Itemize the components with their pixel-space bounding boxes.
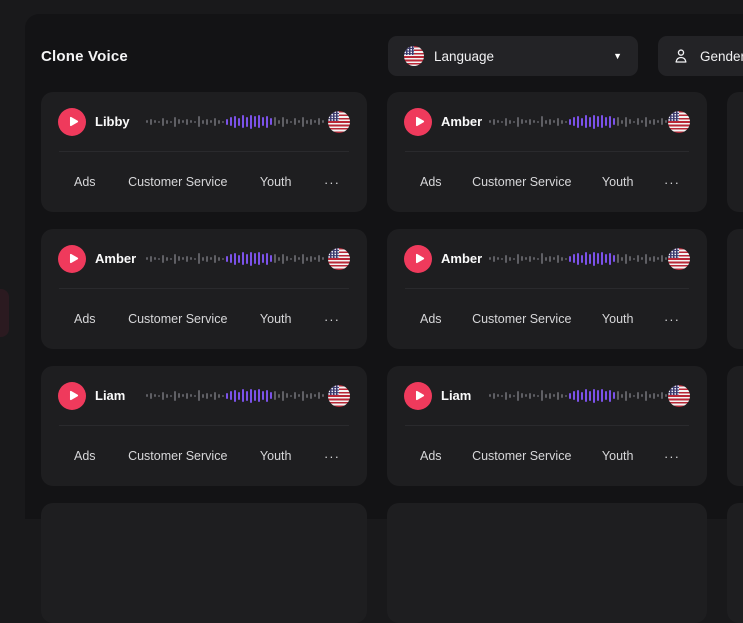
- tag-row: Ads Customer Service Youth ···: [387, 152, 707, 212]
- waveform: [487, 229, 668, 288]
- clone-voice-panel: Clone Voice Language ▼ Gender Libby Ads Cu…: [25, 14, 743, 519]
- voice-card-header: Liam: [41, 366, 367, 425]
- voice-card-partial: [727, 503, 743, 623]
- play-icon: [413, 115, 426, 128]
- play-button[interactable]: [58, 382, 86, 410]
- voice-name: Liam: [95, 388, 141, 403]
- tag-label: Youth: [260, 312, 292, 326]
- voice-card[interactable]: Amber Ads Customer Service Youth ···: [387, 92, 707, 212]
- voice-card[interactable]: Libby Ads Customer Service Youth ···: [41, 92, 367, 212]
- voice-card-header: Amber: [387, 92, 707, 151]
- tag-label: Customer Service: [128, 175, 227, 189]
- tag-row: Ads Customer Service Youth ···: [387, 289, 707, 349]
- voice-name: Amber: [95, 251, 141, 266]
- waveform: [487, 366, 668, 425]
- tag-label: Customer Service: [128, 449, 227, 463]
- tag-label: Youth: [260, 175, 292, 189]
- voice-card-header: Libby: [41, 92, 367, 151]
- voice-card-partial: [727, 229, 743, 349]
- us-flag-icon: [328, 248, 350, 270]
- us-flag-icon: [328, 111, 350, 133]
- voice-card-header: Amber: [387, 229, 707, 288]
- tag-label: Ads: [420, 449, 442, 463]
- play-button[interactable]: [58, 245, 86, 273]
- tag-label: Customer Service: [472, 312, 571, 326]
- waveform: [141, 92, 328, 151]
- play-icon: [413, 389, 426, 402]
- gender-dropdown[interactable]: Gender: [658, 36, 743, 76]
- tag-label: Youth: [602, 175, 634, 189]
- waveform: [141, 366, 328, 425]
- voice-card-header: Amber: [41, 229, 367, 288]
- tag-row: Ads Customer Service Youth ···: [41, 426, 367, 486]
- page-title: Clone Voice: [41, 48, 128, 65]
- voice-card-partial: [727, 366, 743, 486]
- voice-name: Amber: [441, 251, 487, 266]
- voice-card[interactable]: Liam Ads Customer Service Youth ···: [41, 366, 367, 486]
- tag-label: Ads: [74, 175, 96, 189]
- voice-card-partial: [727, 92, 743, 212]
- more-tags-button[interactable]: ···: [324, 313, 340, 326]
- us-flag-icon: [668, 248, 690, 270]
- us-flag-icon: [404, 46, 424, 66]
- us-flag-icon: [668, 111, 690, 133]
- play-button[interactable]: [58, 108, 86, 136]
- tag-label: Customer Service: [472, 449, 571, 463]
- person-icon: [672, 47, 690, 65]
- tag-label: Youth: [602, 312, 634, 326]
- more-tags-button[interactable]: ···: [324, 176, 340, 189]
- voice-card[interactable]: Liam Ads Customer Service Youth ···: [387, 366, 707, 486]
- voice-name: Amber: [441, 114, 487, 129]
- play-icon: [67, 252, 80, 265]
- us-flag-icon: [668, 385, 690, 407]
- tag-label: Ads: [420, 175, 442, 189]
- tag-row: Ads Customer Service Youth ···: [387, 426, 707, 486]
- voice-card[interactable]: Amber Ads Customer Service Youth ···: [387, 229, 707, 349]
- waveform: [487, 92, 668, 151]
- play-icon: [67, 115, 80, 128]
- voice-card-partial: [41, 503, 367, 623]
- play-icon: [413, 252, 426, 265]
- left-edge-glow: [0, 289, 9, 337]
- voice-name: Libby: [95, 114, 141, 129]
- play-button[interactable]: [404, 382, 432, 410]
- more-tags-button[interactable]: ···: [324, 450, 340, 463]
- tag-label: Youth: [602, 449, 634, 463]
- play-icon: [67, 389, 80, 402]
- chevron-down-icon: ▼: [613, 52, 622, 61]
- language-dropdown-label: Language: [434, 49, 494, 64]
- tag-label: Ads: [74, 312, 96, 326]
- voice-card-partial: [387, 503, 707, 623]
- tag-row: Ads Customer Service Youth ···: [41, 152, 367, 212]
- us-flag-icon: [328, 385, 350, 407]
- tag-row: Ads Customer Service Youth ···: [41, 289, 367, 349]
- tag-label: Youth: [260, 449, 292, 463]
- voice-card[interactable]: Amber Ads Customer Service Youth ···: [41, 229, 367, 349]
- waveform: [141, 229, 328, 288]
- more-tags-button[interactable]: ···: [664, 313, 680, 326]
- play-button[interactable]: [404, 108, 432, 136]
- tag-label: Ads: [420, 312, 442, 326]
- voice-name: Liam: [441, 388, 487, 403]
- more-tags-button[interactable]: ···: [664, 176, 680, 189]
- tag-label: Customer Service: [128, 312, 227, 326]
- gender-dropdown-label: Gender: [700, 49, 743, 64]
- language-dropdown[interactable]: Language ▼: [388, 36, 638, 76]
- tag-label: Ads: [74, 449, 96, 463]
- more-tags-button[interactable]: ···: [664, 450, 680, 463]
- voice-card-header: Liam: [387, 366, 707, 425]
- tag-label: Customer Service: [472, 175, 571, 189]
- play-button[interactable]: [404, 245, 432, 273]
